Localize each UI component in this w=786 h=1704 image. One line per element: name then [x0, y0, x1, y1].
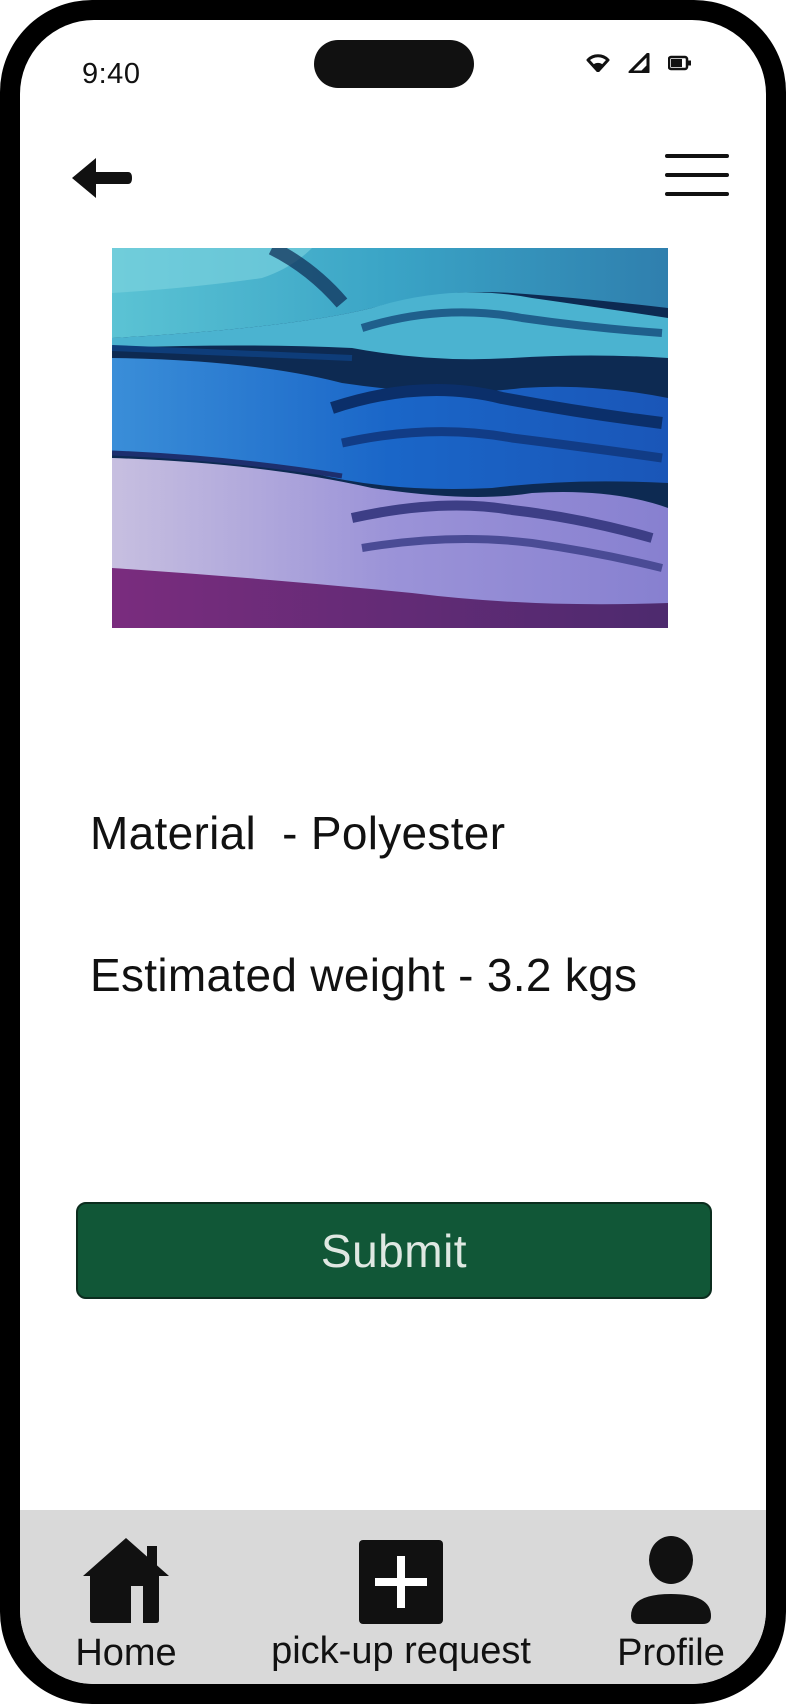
- arrow-left-icon: [70, 158, 134, 208]
- material-label: Material - Polyester: [90, 807, 506, 859]
- user-icon: [629, 1524, 713, 1624]
- nav-label-home: Home: [75, 1632, 177, 1674]
- phone-frame: 9:40 Material - Polyester Estimated weig…: [0, 0, 786, 1704]
- bottom-nav-bar: Home pick-up request Profile: [20, 1510, 766, 1684]
- nav-item-pickup-request[interactable]: pick-up request: [238, 1510, 564, 1673]
- back-button[interactable]: [70, 152, 134, 204]
- signal-icon: [628, 53, 650, 73]
- status-icons: [586, 48, 692, 78]
- battery-icon: [668, 55, 692, 71]
- home-icon: [81, 1524, 171, 1624]
- hamburger-menu-icon: [664, 154, 730, 204]
- estimated-weight-label: Estimated weight - 3.2 kgs: [90, 949, 638, 1001]
- nav-label-profile: Profile: [617, 1632, 725, 1674]
- nav-label-pickup-request: pick-up request: [271, 1630, 531, 1672]
- fabric-stack-image: [112, 248, 668, 628]
- status-time: 9:40: [82, 58, 141, 90]
- dynamic-island: [314, 40, 474, 88]
- wifi-icon: [586, 54, 610, 72]
- menu-button[interactable]: [664, 150, 730, 200]
- submit-button[interactable]: Submit: [76, 1202, 712, 1299]
- plus-square-icon: [359, 1524, 443, 1624]
- app-screen: 9:40 Material - Polyester Estimated weig…: [20, 20, 766, 1684]
- nav-item-profile[interactable]: Profile: [596, 1510, 746, 1675]
- nav-item-home[interactable]: Home: [48, 1510, 204, 1675]
